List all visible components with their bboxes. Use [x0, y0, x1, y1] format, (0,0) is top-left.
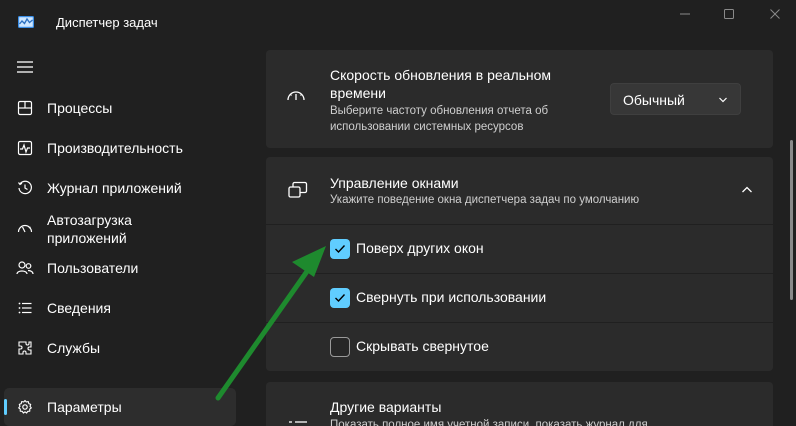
- sidebar-item-label-line1: Автозагрузка: [47, 212, 132, 228]
- dropdown-selected-value: Обычный: [623, 92, 685, 108]
- sidebar-item-users[interactable]: Пользователи: [4, 249, 236, 287]
- scrollbar-thumb[interactable]: [790, 140, 793, 300]
- sidebar-item-performance[interactable]: Производительность: [4, 129, 236, 167]
- sidebar-item-label: Сведения: [47, 300, 111, 316]
- hide-minimized-checkbox[interactable]: [330, 337, 350, 357]
- minimize-button[interactable]: [662, 0, 708, 28]
- window-title: Диспетчер задач: [56, 15, 158, 30]
- history-clock-icon: [16, 179, 34, 197]
- window-management-desc: Укажите поведение окна диспетчера задач …: [330, 194, 640, 206]
- sidebar-item-label: Производительность: [47, 140, 183, 156]
- minimize-icon: [680, 13, 690, 15]
- minimize-on-use-label: Свернуть при использовании: [356, 289, 547, 305]
- option-row-always-on-top: Поверх других окон: [266, 225, 773, 273]
- task-manager-app-icon: [18, 16, 34, 28]
- option-row-minimize-on-use: Свернуть при использовании: [266, 274, 773, 322]
- maximize-button[interactable]: [706, 0, 752, 28]
- update-speed-card: Скорость обновления в реальном времени В…: [266, 50, 773, 148]
- update-speed-dropdown[interactable]: Обычный: [610, 83, 741, 115]
- window-management-header[interactable]: Управление окнами Укажите поведение окна…: [266, 157, 773, 224]
- services-puzzle-icon: [16, 339, 34, 357]
- checkmark-icon: [335, 294, 346, 303]
- users-icon: [16, 259, 34, 277]
- sidebar-item-label: Параметры: [47, 399, 122, 415]
- close-button[interactable]: [752, 0, 796, 28]
- always-on-top-checkbox[interactable]: [330, 239, 350, 259]
- windows-stack-icon: [288, 181, 308, 198]
- sidebar-item-label: Процессы: [47, 100, 113, 116]
- update-speed-desc-line1: Выберите частоту обновления отчета об: [330, 105, 549, 117]
- startup-gauge-icon: [16, 220, 34, 238]
- other-options-list-icon: [289, 421, 307, 423]
- settings-gear-icon: [16, 398, 34, 416]
- sidebar-item-label: Пользователи: [47, 260, 139, 276]
- sidebar-item-label: Службы: [47, 340, 101, 356]
- sidebar-item-services[interactable]: Службы: [4, 329, 236, 367]
- sidebar-item-settings[interactable]: Параметры: [4, 388, 236, 426]
- sidebar-item-label-line2: приложений: [47, 230, 127, 246]
- sidebar-item-label: Журнал приложений: [47, 180, 182, 196]
- update-speed-desc-line2: использовании системных ресурсов: [330, 121, 524, 133]
- other-options-desc: Показать полное имя учетной записи, пока…: [330, 419, 648, 426]
- option-row-hide-minimized: Скрывать свернутое: [266, 323, 773, 371]
- chevron-down-icon: [719, 97, 727, 103]
- performance-pulse-icon: [16, 139, 34, 157]
- close-icon: [770, 9, 780, 19]
- other-options-title: Другие варианты: [330, 399, 442, 415]
- sidebar-item-startup-apps[interactable]: Автозагрузка приложений: [4, 209, 236, 249]
- other-options-card[interactable]: Другие варианты Показать полное имя учет…: [266, 382, 773, 426]
- processes-grid-icon: [16, 99, 34, 117]
- always-on-top-label: Поверх других окон: [356, 240, 484, 256]
- checkmark-icon: [335, 245, 346, 254]
- maximize-icon: [724, 9, 734, 19]
- update-speed-title-line1: Скорость обновления в реальном: [330, 67, 552, 83]
- chevron-up-icon[interactable]: [741, 185, 753, 195]
- title-bar: Диспетчер задач: [0, 0, 796, 44]
- hamburger-menu-icon[interactable]: [14, 58, 36, 76]
- window-management-title: Управление окнами: [330, 175, 459, 191]
- sidebar-item-processes[interactable]: Процессы: [4, 89, 236, 127]
- sidebar-item-details[interactable]: Сведения: [4, 289, 236, 327]
- update-speed-title-line2: времени: [330, 85, 386, 101]
- active-indicator: [4, 399, 7, 415]
- details-list-icon: [16, 299, 34, 317]
- speed-gauge-icon: [287, 91, 305, 101]
- sidebar-item-app-history[interactable]: Журнал приложений: [4, 169, 236, 207]
- minimize-on-use-checkbox[interactable]: [330, 288, 350, 308]
- hide-minimized-label: Скрывать свернутое: [356, 338, 489, 354]
